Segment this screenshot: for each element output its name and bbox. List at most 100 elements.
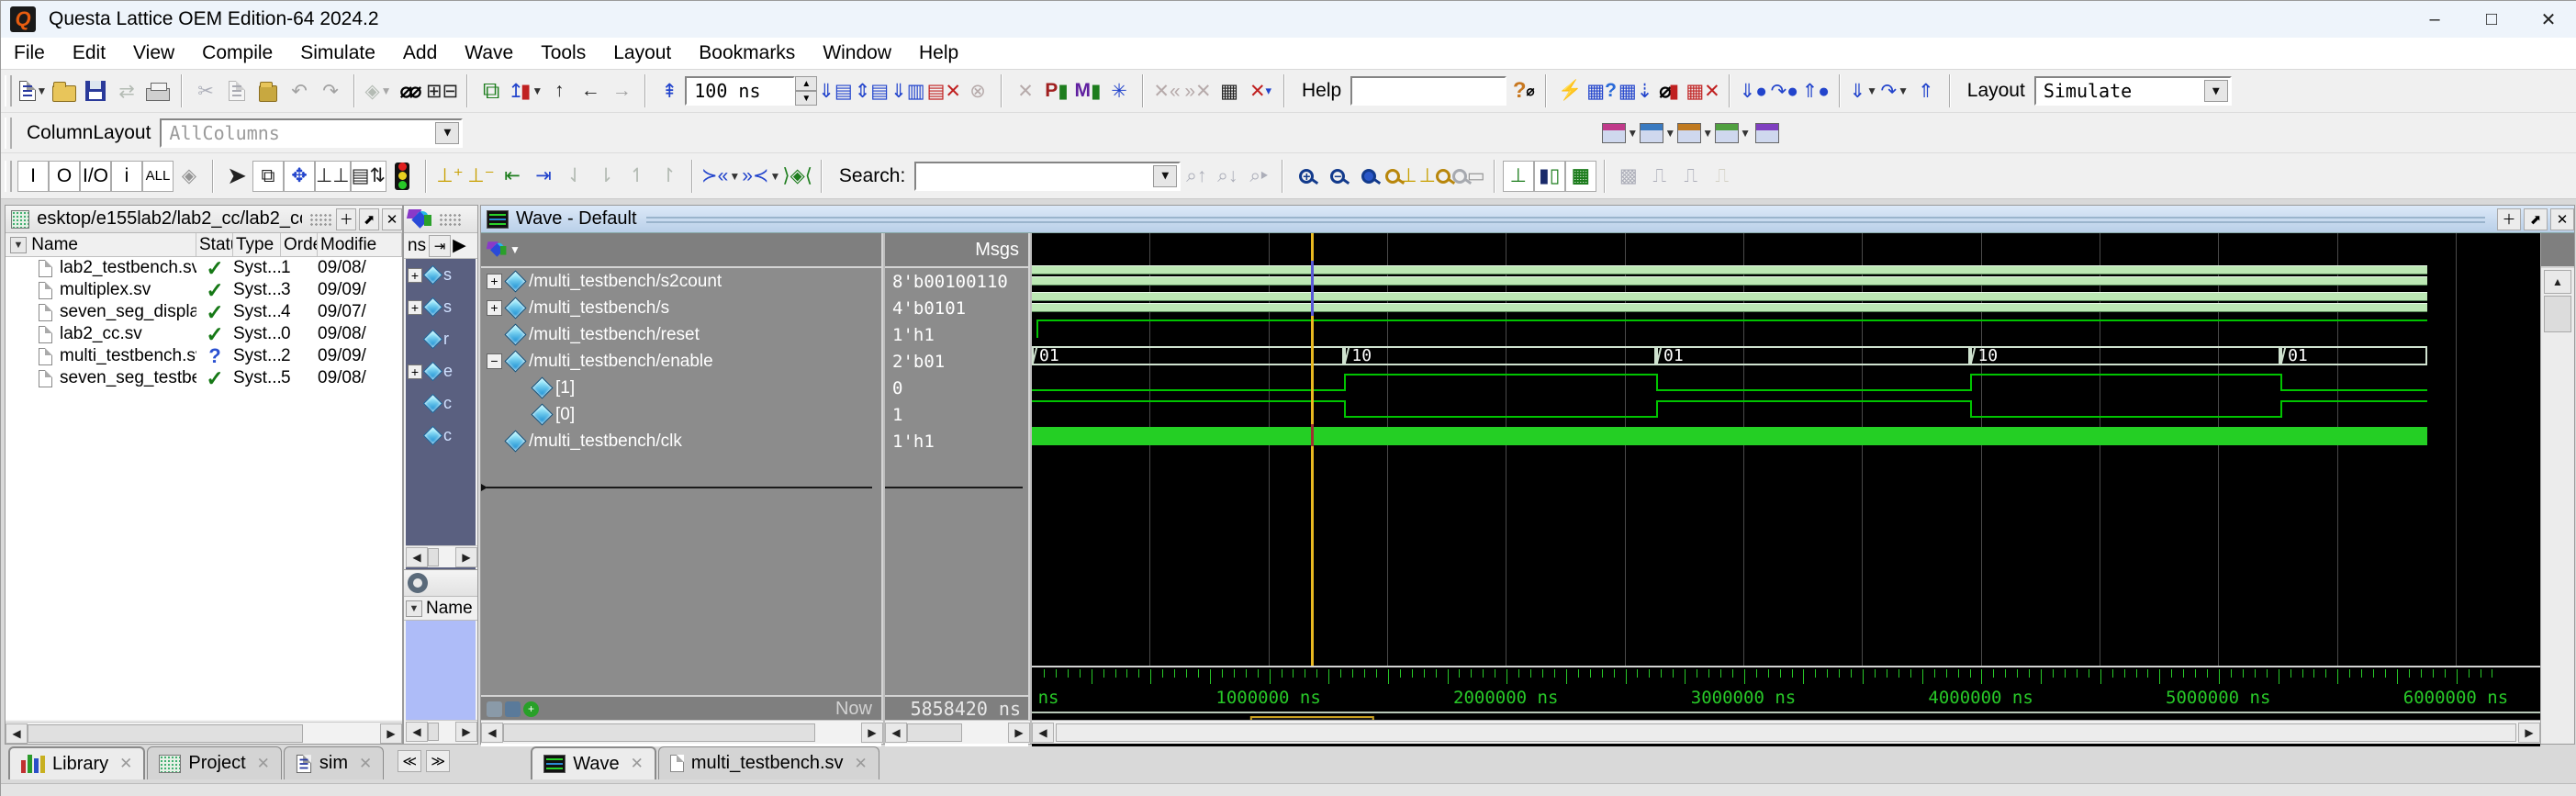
expand-nets-icon[interactable]: ⊞⊟: [425, 75, 459, 107]
waveform-enable-bit1[interactable]: [1032, 369, 2540, 396]
layout-windows-3-button[interactable]: ▼: [1676, 118, 1714, 149]
table-row[interactable]: seven_seg_display... ✓ Syst...409/07/: [6, 301, 402, 323]
processes-name-header[interactable]: ▼ Name: [404, 597, 477, 621]
pattern-icon[interactable]: ▩: [1613, 161, 1644, 192]
search-down-icon[interactable]: ⌕↓: [1212, 161, 1243, 192]
tab-multi-testbench[interactable]: multi_testbench.sv✕: [658, 746, 879, 779]
menu-tools[interactable]: Tools: [541, 42, 586, 64]
wave-config-5-icon[interactable]: ▦✕: [1685, 75, 1720, 107]
step-out-button[interactable]: ⇑●: [1800, 75, 1831, 107]
tab-sim[interactable]: sim✕: [284, 746, 384, 779]
chevron-down-icon[interactable]: ▼: [510, 243, 521, 256]
scroll-left-icon[interactable]: ◀: [406, 722, 428, 742]
menu-view[interactable]: View: [133, 42, 174, 64]
scroll-right-icon[interactable]: ▶: [2518, 723, 2540, 743]
open-file-button[interactable]: [49, 75, 80, 107]
column-header-modified[interactable]: Modifie: [318, 233, 402, 256]
expand-icon[interactable]: +: [487, 274, 502, 289]
checkpoint-icon[interactable]: ▦: [1214, 75, 1245, 107]
tab-close-icon[interactable]: ✕: [119, 755, 132, 773]
paste-button[interactable]: [252, 75, 284, 107]
scroll-thumb[interactable]: [907, 723, 962, 742]
redo-button[interactable]: ↷: [315, 75, 346, 107]
cursor-mode-button[interactable]: ⊥⊥: [315, 161, 351, 192]
signal-name-row[interactable]: −/multi_testbench/enable: [481, 348, 881, 375]
close-button[interactable]: ✕: [2520, 1, 2576, 38]
project-hscrollbar[interactable]: ◀ ▶: [6, 722, 402, 744]
scroll-left-icon[interactable]: ◀: [885, 723, 907, 743]
run-length-field[interactable]: 100 ns: [685, 76, 795, 106]
signal-name-row[interactable]: [1]: [481, 375, 881, 401]
wave-vscrollbar[interactable]: ▲: [2540, 233, 2574, 744]
step-into-dd-button[interactable]: ⇓▼: [1848, 75, 1879, 107]
menu-add[interactable]: Add: [403, 42, 437, 64]
project-panel-header[interactable]: esktop/e155lab2/lab2_cc/lab2_cc_sim1 ＋ ⬈…: [6, 206, 402, 233]
signal-value[interactable]: 2'b01: [885, 348, 1028, 375]
tab-library[interactable]: Library✕: [8, 746, 145, 779]
expand-icon[interactable]: +: [408, 268, 422, 283]
tab-close-icon[interactable]: ✕: [359, 755, 372, 773]
wave-undock-button[interactable]: ⬈: [2524, 208, 2548, 230]
project-undock-button[interactable]: ⬈: [359, 208, 379, 230]
spin-up-icon[interactable]: ▲: [795, 76, 817, 91]
signal-name-row[interactable]: [0]: [481, 401, 881, 428]
tab-scroll-left-icon[interactable]: ≪: [398, 750, 421, 772]
zoom-full-button[interactable]: [1353, 161, 1384, 192]
column-header-order[interactable]: Order: [281, 233, 318, 256]
run-all-button[interactable]: ⇓▥: [890, 75, 925, 107]
add-selected-icon[interactable]: ◈: [174, 161, 205, 192]
remove-x-icon[interactable]: ✕▾: [1245, 75, 1276, 107]
scroll-right-icon[interactable]: ▶: [455, 547, 477, 567]
wave-view-icon[interactable]: ▮▯: [1534, 161, 1565, 192]
help-search-input[interactable]: [1350, 76, 1506, 106]
expand-time-button[interactable]: ≻«▼: [700, 161, 741, 192]
prev-transition-button[interactable]: ⇤: [497, 161, 528, 192]
up-scope-button[interactable]: ↑: [543, 75, 575, 107]
scroll-left-icon[interactable]: ◀: [406, 547, 428, 567]
menu-edit[interactable]: Edit: [73, 42, 106, 64]
scroll-left-icon[interactable]: ◀: [1032, 723, 1054, 743]
scroll-right-icon[interactable]: ▶: [455, 722, 477, 742]
edge-yellow-2-icon[interactable]: ⎍: [1675, 161, 1707, 192]
collapse-icon[interactable]: −: [487, 353, 502, 369]
next-transition-button[interactable]: ⇥: [528, 161, 559, 192]
columnlayout-combobox[interactable]: AllColumns ▼: [160, 118, 463, 148]
list-item[interactable]: c: [406, 420, 476, 452]
layout-dropdown-icon[interactable]: ▼: [2204, 80, 2228, 102]
run-length-spinner[interactable]: ▲▼: [795, 76, 817, 106]
ports-in-button[interactable]: I: [17, 161, 49, 192]
minimize-button[interactable]: –: [2406, 1, 2463, 38]
maximize-button[interactable]: □: [2463, 1, 2520, 38]
list-item[interactable]: +e: [406, 355, 476, 387]
waveform-reset[interactable]: [1032, 316, 2540, 342]
column-header-type[interactable]: Type: [233, 233, 281, 256]
stop-drawing-button[interactable]: [386, 161, 418, 192]
ports-internal-button[interactable]: i: [111, 161, 142, 192]
scroll-left-icon[interactable]: ◀: [6, 723, 28, 744]
stop-icon[interactable]: ⊗: [962, 75, 993, 107]
environment-link-button[interactable]: ⧉: [476, 75, 507, 107]
help-find-icon[interactable]: ?⌀: [1506, 75, 1538, 107]
forward-button[interactable]: →: [606, 75, 637, 107]
scroll-thumb[interactable]: [428, 723, 439, 741]
project-add-button[interactable]: ＋: [336, 208, 356, 230]
table-row[interactable]: lab2_testbench.sv ✓ Syst...109/08/: [6, 257, 402, 279]
processes-panel-header[interactable]: [404, 569, 477, 597]
window-icon[interactable]: [505, 701, 521, 717]
next-error-icon[interactable]: »✕: [1182, 75, 1214, 107]
menu-compile[interactable]: Compile: [202, 42, 273, 64]
enable-bus-segment[interactable]: 10: [1970, 346, 2280, 365]
toolbar-grip[interactable]: [5, 118, 12, 149]
signal-value[interactable]: 1'h1: [885, 428, 1028, 454]
waveform-s2count[interactable]: [1032, 263, 2540, 289]
filter-icon[interactable]: ▼: [10, 237, 27, 253]
next-falling-edge-icon[interactable]: ⇂: [590, 161, 622, 192]
search-combobox[interactable]: ▼: [914, 162, 1181, 191]
zoom-out-button[interactable]: −: [1322, 161, 1353, 192]
collapse-time-button[interactable]: »≺▼: [741, 161, 781, 192]
reload-icon[interactable]: ⇄: [111, 75, 142, 107]
edge-yellow-3-icon[interactable]: ⎍: [1707, 161, 1738, 192]
signal-name-row[interactable]: /multi_testbench/clk: [481, 428, 881, 454]
zoom-cursor-button[interactable]: ⊥: [1384, 161, 1417, 192]
next-rising-edge-icon[interactable]: ↾: [653, 161, 684, 192]
